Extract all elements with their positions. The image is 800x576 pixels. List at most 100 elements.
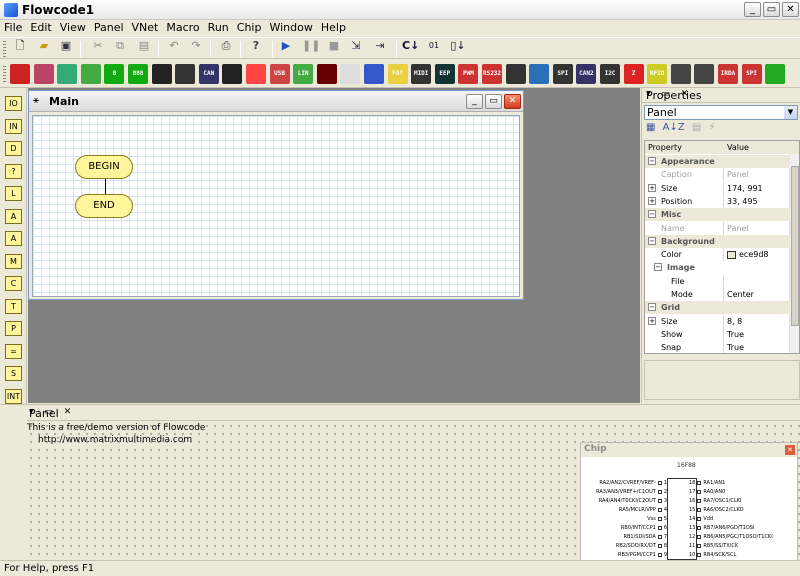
pin-connector[interactable] <box>657 552 662 557</box>
pin-connector[interactable] <box>697 516 702 521</box>
rfid-component[interactable]: RFID <box>647 64 668 84</box>
pin-connector[interactable] <box>657 480 662 485</box>
properties-pin-close-icons[interactable]: ▾ ▭ ✕ <box>646 89 798 99</box>
help-icon[interactable]: ? <box>248 38 264 54</box>
new-icon[interactable]: 🗋 <box>12 38 28 54</box>
chip-pin-left[interactable]: RB2/SDO/RX/DT 8 <box>583 542 667 550</box>
pwm2-component[interactable]: PWM <box>458 64 479 84</box>
panel-pin-close-icons[interactable]: ▾ ▭ ✕ <box>29 407 796 417</box>
main-close-button[interactable]: ✕ <box>504 94 521 109</box>
pwm-component[interactable] <box>151 64 172 84</box>
property-row[interactable]: Show True <box>645 327 790 341</box>
rs232-component[interactable]: RS232 <box>482 64 502 84</box>
stop-icon[interactable]: ■ <box>326 38 342 54</box>
chip-pin-right[interactable]: 13 RB7/AN6/PGD/T1OSI <box>689 524 785 532</box>
chip-pin-right[interactable]: 18 RA1/AN1 <box>689 479 785 487</box>
maximize-button[interactable]: ▭ <box>763 2 780 17</box>
palette-icon-13[interactable]: INT <box>5 388 22 404</box>
menu-macro[interactable]: Macro <box>162 20 203 34</box>
chip-pin-right[interactable]: 17 RA0/AN0 <box>689 488 785 496</box>
property-scrollbar[interactable] <box>789 154 799 353</box>
lin-component[interactable]: LIN <box>293 64 314 84</box>
close-button[interactable]: ✕ <box>782 2 799 17</box>
i2c-component[interactable]: I2C <box>600 64 620 84</box>
toolbar-grip[interactable] <box>3 66 6 82</box>
bluetooth-component[interactable] <box>364 64 384 84</box>
pin-connector[interactable] <box>697 552 702 557</box>
can-component[interactable]: CAN <box>198 64 219 84</box>
irda-component[interactable]: IRDA <box>718 64 738 84</box>
property-value[interactable]: 8, 8 <box>727 315 742 328</box>
palette-icon-12[interactable]: S <box>5 366 22 381</box>
menu-file[interactable]: File <box>0 20 26 34</box>
property-row[interactable]: Name Panel <box>645 221 790 235</box>
property-row[interactable]: Snap True <box>645 341 790 353</box>
events-icon[interactable]: ⚡ <box>709 122 716 133</box>
property-row[interactable]: + Size 174, 991 <box>645 181 790 195</box>
chip-pin-left[interactable]: RB0/INT/CCP1 6 <box>583 524 667 532</box>
dial-component[interactable] <box>175 64 196 84</box>
flag-component[interactable] <box>505 64 526 84</box>
menu-edit[interactable]: Edit <box>26 20 55 34</box>
led-array-component[interactable] <box>10 64 30 84</box>
chip-pin-right[interactable]: 12 RB6/AN5/PGC/T1OSO/T1CKI <box>689 533 785 541</box>
globe-component[interactable] <box>529 64 550 84</box>
chip-pin-left[interactable]: RA3/AN3/VREF+/C1OUT 2 <box>583 488 667 496</box>
save-icon[interactable]: ▣ <box>58 38 74 54</box>
pin-connector[interactable] <box>697 480 702 485</box>
properties-object-select[interactable]: Panel ▼ <box>644 105 798 120</box>
property-row[interactable]: Caption Panel <box>645 168 790 182</box>
chip-pin-right[interactable]: 16 RA7/OSC1/CLKI <box>689 497 785 505</box>
pin-connector[interactable] <box>697 498 702 503</box>
multi-7seg-component[interactable]: 888 <box>128 64 148 84</box>
property-row[interactable]: − Grid <box>645 301 790 315</box>
main-minimize-button[interactable]: _ <box>466 94 483 109</box>
minimize-button[interactable]: _ <box>744 2 761 17</box>
expand-icon[interactable]: + <box>648 196 656 205</box>
property-value[interactable]: Center <box>727 288 754 301</box>
can2-component[interactable]: CAN2 <box>576 64 597 84</box>
midi-component[interactable]: MIDI <box>411 64 432 84</box>
palette-icon-8[interactable]: C <box>5 276 22 291</box>
menu-window[interactable]: Window <box>265 20 316 34</box>
copy-icon[interactable]: ⧉ <box>112 38 128 54</box>
undo-icon[interactable]: ↶ <box>166 38 182 54</box>
print-icon[interactable]: ⎙ <box>218 38 234 54</box>
pin-connector[interactable] <box>697 543 702 548</box>
palette-icon-3[interactable]: ? <box>5 163 22 179</box>
pin-connector[interactable] <box>697 507 702 512</box>
step-over-icon[interactable]: ⇥ <box>372 38 388 54</box>
switch-component[interactable] <box>33 64 54 84</box>
pin-connector[interactable] <box>657 507 662 512</box>
chevron-down-icon[interactable]: ▼ <box>784 106 797 119</box>
pin-connector[interactable] <box>657 489 662 494</box>
property-row[interactable]: Color ece9d8 <box>645 248 790 262</box>
motor-component[interactable] <box>670 64 691 84</box>
menu-chip[interactable]: Chip <box>233 20 266 34</box>
chip-titlebar[interactable]: Chip ✕ <box>581 443 797 457</box>
graphic-lcd-component[interactable] <box>316 64 337 84</box>
paste-icon[interactable]: ▤ <box>136 38 152 54</box>
chip-pin-left[interactable]: Vss 5 <box>583 515 667 523</box>
clock-component[interactable] <box>222 64 243 84</box>
chip-pin-left[interactable]: RA5/MCLR/VPP 4 <box>583 506 667 514</box>
chip-pin-left[interactable]: RB3/PGM/CCP1 9 <box>583 551 667 559</box>
palette-icon-9[interactable]: T <box>5 298 22 314</box>
chip-pin-left[interactable]: RA4/AN4/T0CKI/C2OUT 3 <box>583 497 667 505</box>
cut-icon[interactable]: ✂ <box>90 38 106 54</box>
step-into-icon[interactable]: ⇲ <box>348 38 364 54</box>
property-value[interactable]: True <box>727 341 744 353</box>
display-component[interactable] <box>694 64 715 84</box>
categorized-icon[interactable]: ▦ <box>646 122 655 133</box>
palette-icon-7[interactable]: M <box>5 253 22 269</box>
pin-connector[interactable] <box>657 498 662 503</box>
property-value[interactable]: True <box>727 328 744 341</box>
open-icon[interactable]: ▰ <box>36 38 52 54</box>
spi2-component[interactable]: SPI <box>741 64 762 84</box>
chip-pin-right[interactable]: 11 RB5/SS/TX/CK <box>689 542 785 550</box>
bit-component[interactable] <box>765 64 786 84</box>
main-maximize-button[interactable]: ▭ <box>485 94 502 109</box>
collapse-icon[interactable]: − <box>654 263 662 272</box>
chip-pin-right[interactable]: 15 RA6/OSC2/CLKO <box>689 506 785 514</box>
menu-vnet[interactable]: VNet <box>128 20 163 34</box>
